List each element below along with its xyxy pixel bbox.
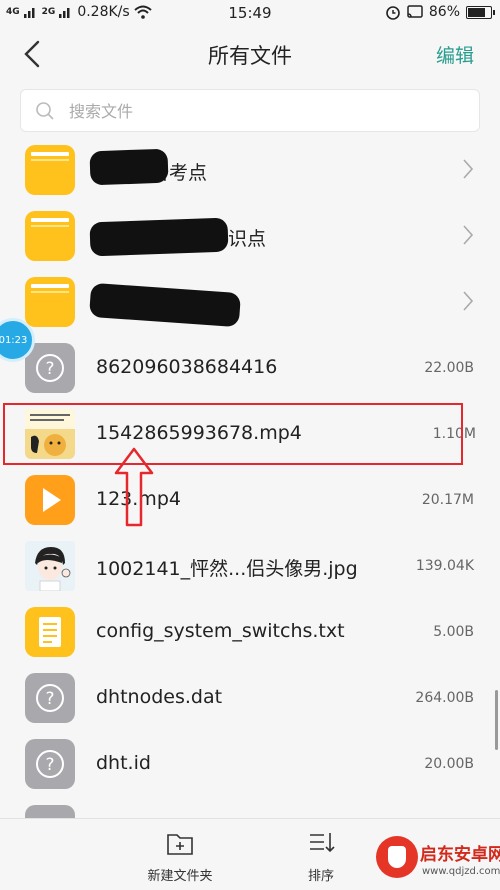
page-title: 所有文件 [208, 44, 292, 68]
folder-icon [25, 277, 75, 327]
list-item[interactable] [0, 800, 500, 818]
new-folder-icon [167, 834, 193, 855]
list-item[interactable]: 识点 [0, 206, 500, 272]
watermark: 启东安卓网 www.qdjzd.com [372, 836, 500, 886]
highlight-box [3, 403, 463, 465]
edit-button[interactable]: 编辑 [436, 41, 474, 68]
redaction-mark [89, 148, 169, 186]
folder-icon [25, 145, 75, 195]
cast-icon [407, 5, 423, 18]
file-size: 264.00B [415, 690, 474, 706]
new-folder-label: 新建文件夹 [147, 869, 213, 884]
list-item[interactable]: 考点 [0, 272, 500, 338]
file-name: 1002141_怦然...侣头像男.jpg [96, 558, 358, 580]
svg-text:?: ? [45, 359, 54, 379]
file-name: dht.id [96, 752, 151, 774]
file-size: 5.00B [433, 624, 474, 640]
unknown-file-icon: ? [25, 343, 75, 393]
search-icon [36, 102, 54, 120]
file-size: 139.04K [415, 558, 474, 574]
alarm-icon [386, 6, 400, 20]
sort-button[interactable]: 排序 [296, 829, 346, 884]
new-folder-button[interactable]: 新建文件夹 [140, 829, 220, 884]
file-name: 862096038684416 [96, 356, 278, 378]
file-size: 20.17M [421, 492, 474, 508]
svg-text:?: ? [45, 755, 54, 775]
video-file-icon [25, 475, 75, 525]
list-item[interactable]: config_system_switchs.txt 5.00B [0, 602, 500, 668]
unknown-file-icon: ? [25, 673, 75, 723]
text-file-icon [25, 607, 75, 657]
list-item[interactable]: 1002141_怦然...侣头像男.jpg 139.04K [0, 536, 500, 602]
file-size: 20.00B [424, 756, 474, 772]
unknown-file-icon [25, 805, 75, 818]
sort-label: 排序 [307, 869, 334, 884]
list-item[interactable]: ? dhtnodes.dat 264.00B [0, 668, 500, 734]
up-arrow-icon [114, 447, 154, 527]
svg-text:?: ? [45, 689, 54, 709]
battery-percent: 86% [428, 4, 460, 20]
list-item[interactable]: ? dht.id 20.00B [0, 734, 500, 800]
status-right: 86% [385, 4, 495, 20]
chevron-right-icon [463, 159, 474, 179]
file-name: config_system_switchs.txt [96, 620, 345, 642]
sort-icon [310, 833, 335, 853]
watermark-url: www.qdjzd.com [422, 866, 500, 877]
chevron-right-icon [463, 291, 474, 311]
status-bar: 4G 2G 0.28K/s 15:49 86% [0, 0, 500, 26]
chevron-right-icon [463, 225, 474, 245]
list-item[interactable]: 123.mp4 20.17M [0, 470, 500, 536]
search-input[interactable] [67, 90, 471, 133]
folder-icon [25, 211, 75, 261]
file-size: 22.00B [424, 360, 474, 376]
watermark-logo-icon [376, 836, 418, 878]
file-list: 备考点 识点 考点 ? 862096038684416 22.00B [0, 140, 500, 818]
image-thumbnail-icon [25, 541, 75, 591]
search-bar[interactable] [20, 89, 480, 133]
watermark-name: 启东安卓网 [420, 845, 500, 865]
list-item[interactable]: 备考点 [0, 140, 500, 206]
redaction-mark [89, 217, 229, 257]
scrollbar[interactable] [495, 690, 498, 750]
unknown-file-icon: ? [25, 739, 75, 789]
list-item[interactable]: ? 862096038684416 22.00B [0, 338, 500, 404]
file-name: dhtnodes.dat [96, 686, 223, 708]
battery-icon [466, 5, 495, 19]
header: 所有文件 编辑 [0, 26, 500, 82]
